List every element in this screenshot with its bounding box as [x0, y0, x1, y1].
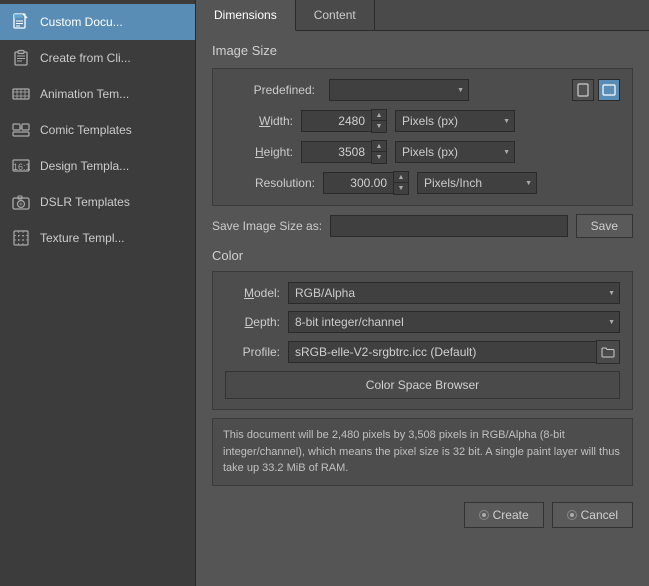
depth-label: Depth: [225, 315, 280, 329]
tabs: Dimensions Content [196, 0, 649, 31]
model-label: Model: [225, 286, 280, 300]
sidebar-item-create-from-cli[interactable]: Create from Cli... [0, 40, 195, 76]
height-unit-wrapper: Pixels (px) [395, 141, 515, 163]
width-spinner: ▲ ▼ [371, 109, 387, 133]
design-icon: 16:10 [10, 155, 32, 177]
cancel-label: Cancel [581, 508, 618, 522]
sidebar-item-design-templa[interactable]: 16:10 Design Templa... [0, 148, 195, 184]
height-input[interactable] [301, 141, 371, 163]
sidebar-item-animation-tem[interactable]: Animation Tem... [0, 76, 195, 112]
animation-icon [10, 83, 32, 105]
model-row: Model: RGB/Alpha CMYK Grayscale [225, 282, 620, 304]
sidebar-item-label-design-templa: Design Templa... [40, 159, 129, 173]
height-unit-select[interactable]: Pixels (px) [395, 141, 515, 163]
camera-icon [10, 191, 32, 213]
clipboard-icon [10, 47, 32, 69]
create-label: Create [493, 508, 529, 522]
resolution-unit-select[interactable]: Pixels/Inch [417, 172, 537, 194]
save-button[interactable]: Save [576, 214, 633, 238]
profile-label: Profile: [225, 345, 280, 359]
sidebar-item-label-comic-templates: Comic Templates [40, 123, 132, 137]
cancel-radio-icon [567, 510, 577, 520]
orientation-icons [572, 79, 620, 101]
resolution-spinner: ▲ ▼ [393, 171, 409, 195]
content-area: Image Size Predefined: [196, 31, 649, 586]
document-description: This document will be 2,480 pixels by 3,… [212, 418, 633, 486]
width-unit-wrapper: Pixels (px) [395, 110, 515, 132]
portrait-icon-btn[interactable] [572, 79, 594, 101]
width-unit-select[interactable]: Pixels (px) [395, 110, 515, 132]
depth-row: Depth: 8-bit integer/channel 16-bit inte… [225, 311, 620, 333]
tab-content[interactable]: Content [296, 0, 375, 30]
height-label: Height: [225, 145, 293, 159]
height-spinner: ▲ ▼ [371, 140, 387, 164]
texture-icon [10, 227, 32, 249]
create-button[interactable]: Create [464, 502, 544, 528]
color-section-title: Color [212, 248, 633, 263]
sidebar-item-custom-doc[interactable]: Custom Docu... [0, 4, 195, 40]
main-panel: Dimensions Content Image Size Predefined… [195, 0, 649, 586]
sidebar-item-label-dslr-templates: DSLR Templates [40, 195, 130, 209]
color-space-browser-button[interactable]: Color Space Browser [225, 371, 620, 399]
resolution-input-group: ▲ ▼ [323, 171, 409, 195]
image-size-form: Predefined: [212, 68, 633, 206]
save-image-size-row: Save Image Size as: Save [212, 214, 633, 238]
resolution-label: Resolution: [225, 176, 315, 190]
predefined-select-wrapper [329, 79, 469, 101]
cancel-button[interactable]: Cancel [552, 502, 633, 528]
sidebar-item-dslr-templates[interactable]: DSLR Templates [0, 184, 195, 220]
document-icon [10, 11, 32, 33]
predefined-row: Predefined: [225, 79, 620, 101]
resolution-row: Resolution: ▲ ▼ Pixels/Inch [225, 171, 620, 195]
landscape-icon-btn[interactable] [598, 79, 620, 101]
sidebar-item-texture-templ[interactable]: Texture Templ... [0, 220, 195, 256]
height-input-group: ▲ ▼ [301, 140, 387, 164]
model-select[interactable]: RGB/Alpha CMYK Grayscale [288, 282, 620, 304]
save-name-label: Save Image Size as: [212, 219, 322, 233]
profile-row: Profile: [225, 340, 620, 364]
resolution-spinner-down[interactable]: ▼ [394, 183, 408, 194]
create-radio-icon [479, 510, 489, 520]
sidebar-item-comic-templates[interactable]: Comic Templates [0, 112, 195, 148]
color-form: Model: RGB/Alpha CMYK Grayscale Depth: [212, 271, 633, 410]
comic-icon [10, 119, 32, 141]
predefined-select[interactable] [329, 79, 469, 101]
depth-select-wrapper: 8-bit integer/channel 16-bit integer/cha… [288, 311, 620, 333]
sidebar: Custom Docu... Create from Cli... [0, 0, 195, 586]
width-input-group: ▲ ▼ [301, 109, 387, 133]
image-size-title: Image Size [212, 43, 633, 58]
save-name-input[interactable] [330, 215, 568, 237]
width-row: Width: ▲ ▼ Pixels (px) [225, 109, 620, 133]
height-row: Height: ▲ ▼ Pixels (px) [225, 140, 620, 164]
model-select-wrapper: RGB/Alpha CMYK Grayscale [288, 282, 620, 304]
width-spinner-up[interactable]: ▲ [372, 110, 386, 121]
height-spinner-up[interactable]: ▲ [372, 141, 386, 152]
depth-select[interactable]: 8-bit integer/channel 16-bit integer/cha… [288, 311, 620, 333]
resolution-input[interactable] [323, 172, 393, 194]
predefined-label: Predefined: [225, 83, 315, 97]
resolution-unit-wrapper: Pixels/Inch [417, 172, 537, 194]
resolution-spinner-up[interactable]: ▲ [394, 172, 408, 183]
sidebar-item-label-texture-templ: Texture Templ... [40, 231, 124, 245]
profile-folder-button[interactable] [596, 340, 620, 364]
profile-input[interactable] [288, 341, 596, 363]
sidebar-item-label-create-from-cli: Create from Cli... [40, 51, 131, 65]
height-spinner-down[interactable]: ▼ [372, 152, 386, 163]
footer-buttons: Create Cancel [212, 496, 633, 530]
sidebar-item-label-custom-doc: Custom Docu... [40, 15, 123, 29]
width-spinner-down[interactable]: ▼ [372, 121, 386, 132]
sidebar-item-label-animation-tem: Animation Tem... [40, 87, 129, 101]
width-input[interactable] [301, 110, 371, 132]
tab-dimensions[interactable]: Dimensions [196, 0, 296, 31]
width-label: Width: [225, 114, 293, 128]
